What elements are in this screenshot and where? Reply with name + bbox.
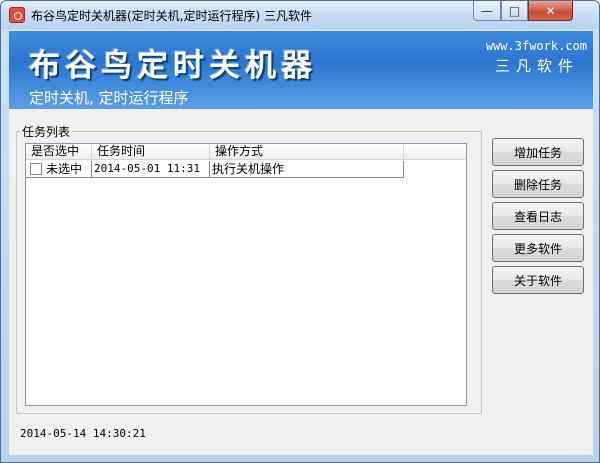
content-area: 任务列表 是否选中 任务时间 操作方式 未选中 2014-05-01 11:31… <box>9 109 593 455</box>
banner-company: 三凡软件 <box>494 57 579 75</box>
banner-url: www.3fwork.com <box>485 39 587 53</box>
column-action[interactable]: 操作方式 <box>210 144 404 160</box>
close-button[interactable]: ✕ <box>528 1 573 21</box>
banner-title: 布谷鸟定时关机器 <box>29 48 317 84</box>
row-checkbox[interactable] <box>30 163 42 175</box>
add-task-button[interactable]: 增加任务 <box>492 138 584 166</box>
column-task-time[interactable]: 任务时间 <box>92 144 210 160</box>
column-selected[interactable]: 是否选中 <box>26 144 92 160</box>
window-title: 布谷鸟定时关机器(定时关机,定时运行程序) 三凡软件 <box>31 9 312 23</box>
header-banner: 布谷鸟定时关机器 定时关机, 定时运行程序 www.3fwork.com 三凡软… <box>9 31 593 109</box>
cell-selected: 未选中 <box>26 161 92 178</box>
cell-time: 2014-05-01 11:31 <box>92 161 210 178</box>
list-header: 是否选中 任务时间 操作方式 <box>26 144 466 160</box>
maximize-button[interactable]: □ <box>501 1 528 21</box>
current-time: 2014-05-14 14:30:21 <box>20 427 146 440</box>
delete-task-button[interactable]: 删除任务 <box>492 170 584 198</box>
more-software-button[interactable]: 更多软件 <box>492 234 584 262</box>
app-icon[interactable] <box>9 7 25 23</box>
task-list-label: 任务列表 <box>20 123 73 140</box>
task-list-view[interactable]: 是否选中 任务时间 操作方式 未选中 2014-05-01 11:31 执行关机… <box>25 143 467 406</box>
table-row[interactable]: 未选中 2014-05-01 11:31 执行关机操作 <box>26 161 406 178</box>
main-window: 布谷鸟定时关机器(定时关机,定时运行程序) 三凡软件 — □ ✕ 布谷鸟定时关机… <box>0 0 600 463</box>
selected-label: 未选中 <box>46 162 83 176</box>
view-log-button[interactable]: 查看日志 <box>492 202 584 230</box>
title-bar[interactable]: 布谷鸟定时关机器(定时关机,定时运行程序) 三凡软件 — □ ✕ <box>1 1 599 29</box>
about-button[interactable]: 关于软件 <box>492 266 584 294</box>
banner-subtitle: 定时关机, 定时运行程序 <box>29 89 189 107</box>
column-empty[interactable] <box>404 144 466 160</box>
minimize-button[interactable]: — <box>473 1 501 21</box>
cell-action: 执行关机操作 <box>210 161 404 178</box>
